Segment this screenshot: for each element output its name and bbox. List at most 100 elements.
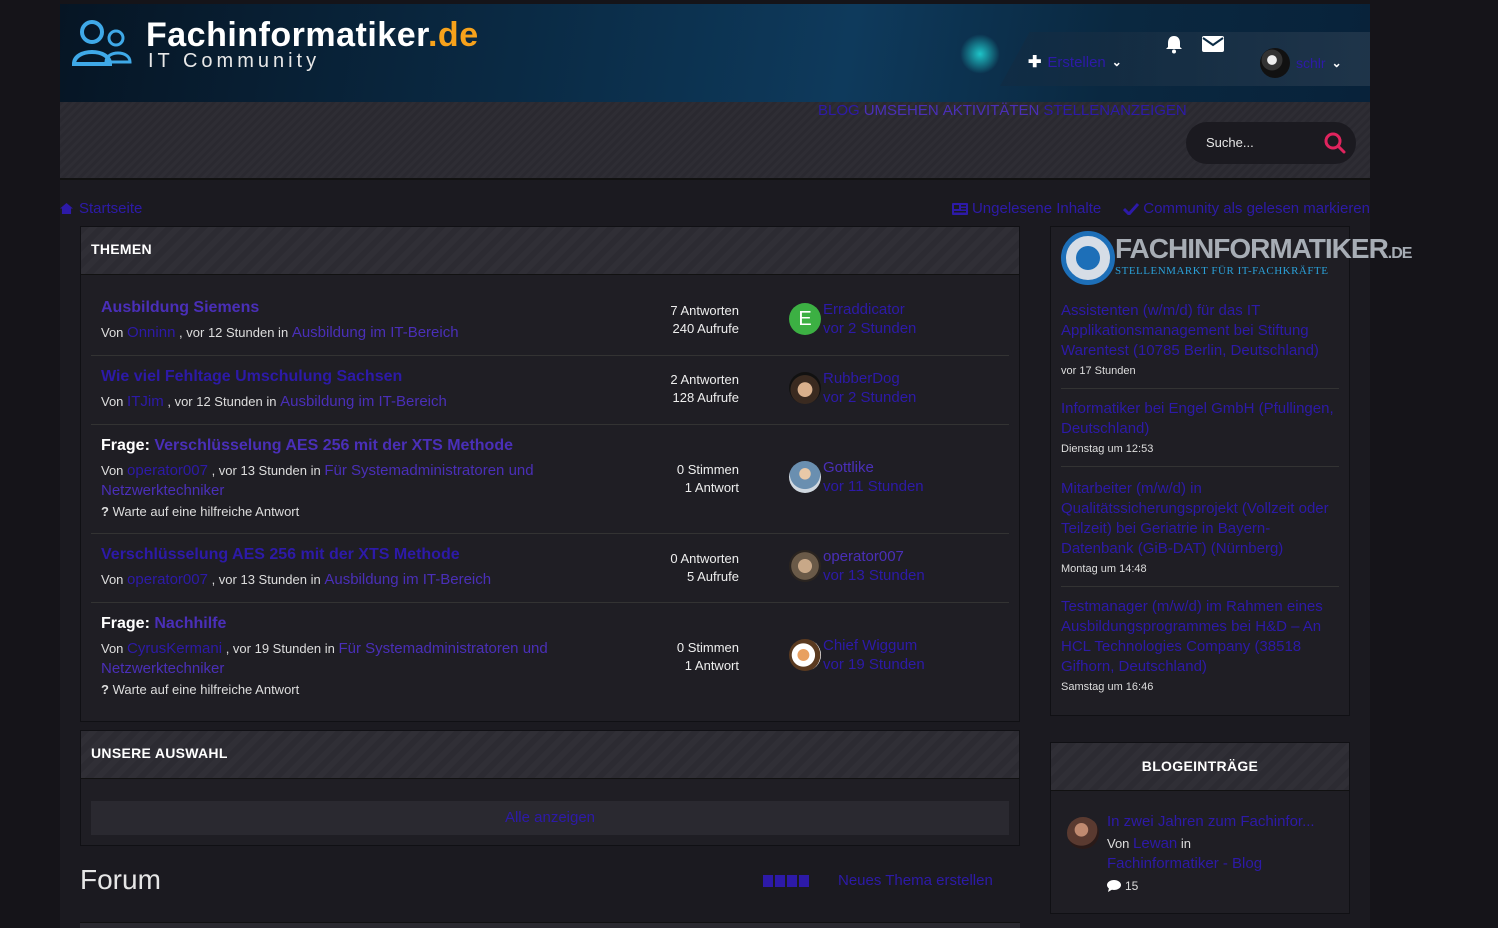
last-poster[interactable]: Chief Wiggum [823,636,925,655]
mark-read-link[interactable]: Community als gelesen markieren [1123,200,1370,217]
question-icon: ? [101,682,109,697]
topic-forum[interactable]: Ausbildung im IT-Bereich [324,571,491,588]
last-poster[interactable]: operator007 [823,547,925,566]
avatar[interactable] [789,639,821,671]
job-market-logo[interactable]: FACHINFORMATIKER.DE STELLENMARKT FÜR IT-… [1055,229,1412,287]
username: schlr [1296,55,1326,71]
chevron-down-icon: ⌄ [1331,56,1342,70]
nav-stellenanzeigen[interactable]: STELLENANZEIGEN [1043,102,1186,119]
newspaper-icon [951,202,968,215]
topic-title[interactable]: Ausbildung Siemens [101,299,259,317]
chevron-down-icon: ⌄ [1111,55,1122,69]
topic-last-post: RubberDog vor 2 Stunden [789,369,916,407]
topic-stats: 0 Antworten 5 Aufrufe [670,551,739,584]
job-date: Dienstag um 12:53 [1061,443,1154,455]
blog-category[interactable]: Fachinformatiker - Blog [1107,855,1262,872]
avatar[interactable] [789,550,821,582]
job-date: Montag um 14:48 [1061,563,1147,575]
topic-meta: Von ITJim , vor 12 Stunden in Ausbildung… [101,393,447,410]
avatar[interactable] [789,461,821,493]
last-post-time[interactable]: vor 2 Stunden [823,388,916,407]
bell-icon[interactable] [1164,34,1184,54]
topic-author[interactable]: Onninn [127,324,175,341]
job-date: Samstag um 16:46 [1061,681,1154,693]
blog-author[interactable]: Lewan [1133,835,1177,852]
picks-heading: UNSERE AUSWAHL [81,731,1019,779]
topic-title[interactable]: Verschlüsselung AES 256 mit der XTS Meth… [101,546,460,564]
job-date: vor 17 Stunden [1061,365,1136,377]
topic-title[interactable]: Frage: Nachhilfe [101,615,226,633]
topic-row: Wie viel Fehltage Umschulung Sachsen Von… [91,356,1009,425]
job-title[interactable]: Mitarbeiter (m/w/d) in Qualitätssicherun… [1061,479,1339,559]
job-item: Assistenten (w/m/d) für das IT Applikati… [1061,301,1339,389]
last-post-time[interactable]: vor 19 Stunden [823,655,925,674]
home-icon[interactable] [60,203,73,214]
nav-aktivitaeten[interactable]: AKTIVITÄTEN [943,102,1040,119]
search-input[interactable]: Suche... [1206,135,1254,150]
topic-author[interactable]: CyrusKermani [127,640,222,657]
user-menu[interactable]: schlr ⌄ [1260,48,1342,78]
avatar[interactable] [1067,817,1099,849]
topic-meta: Von operator007 , vor 13 Stunden in Für … [101,462,534,499]
checkmark-icon [1123,202,1140,215]
topic-meta: Von Onninn , vor 12 Stunden in Ausbildun… [101,324,459,341]
topic-stats: 2 Antworten 128 Aufrufe [670,372,739,405]
topic-title[interactable]: Wie viel Fehltage Umschulung Sachsen [101,368,402,386]
main-nav: BLOG UMSEHEN AKTIVITÄTEN STELLENANZEIGEN [818,102,1187,119]
plus-icon: ✚ [1028,54,1042,71]
forum-heading: Forum [80,864,161,895]
user-avatar [1260,48,1290,78]
topic-forum[interactable]: Ausbildung im IT-Bereich [280,393,447,410]
breadcrumb-home[interactable]: Startseite [79,200,142,217]
topic-author[interactable]: ITJim [127,393,164,410]
forum-table-header [80,922,1020,928]
comment-icon [1107,880,1121,892]
magnifier-logo-icon [1061,231,1115,285]
nav-blog[interactable]: BLOG [818,102,860,119]
last-post-time[interactable]: vor 13 Stunden [823,566,925,585]
job-item: Testmanager (m/w/d) im Rahmen eines Ausb… [1061,597,1339,705]
job-item: Mitarbeiter (m/w/d) in Qualitätssicherun… [1061,479,1339,587]
mail-icon[interactable] [1202,36,1224,52]
topic-stats: 0 Stimmen 1 Antwort [676,462,739,495]
topic-author[interactable]: operator007 [127,462,208,479]
new-topic-button[interactable]: Neues Thema erstellen [838,872,993,889]
community-logo-icon[interactable] [70,18,132,68]
last-post-time[interactable]: vor 2 Stunden [823,319,916,338]
topic-row: Frage: Verschlüsselung AES 256 mit der X… [91,425,1009,534]
topic-author[interactable]: operator007 [127,571,208,588]
grid-view-icon[interactable] [763,875,809,887]
job-title[interactable]: Testmanager (m/w/d) im Rahmen eines Ausb… [1061,597,1339,677]
create-label: Erstellen [1047,53,1106,71]
topic-forum[interactable]: Ausbildung im IT-Bereich [292,324,459,341]
avatar[interactable]: E [789,303,821,335]
site-subtitle: IT Community [148,50,321,72]
page: Fachinformatiker.de IT Community ✚ Erste… [60,4,1412,928]
header-glow [960,34,1000,74]
last-poster[interactable]: RubberDog [823,369,916,388]
search-icon[interactable] [1324,132,1346,154]
nav-umsehen[interactable]: UMSEHEN [864,102,939,119]
create-menu[interactable]: ✚ Erstellen ⌄ [1028,52,1122,72]
topic-stats: 7 Antworten 240 Aufrufe [670,303,739,336]
question-icon: ? [101,504,109,519]
job-title[interactable]: Assistenten (w/m/d) für das IT Applikati… [1061,301,1339,361]
last-poster[interactable]: Erraddicator [823,300,916,319]
blog-entry-title[interactable]: In zwei Jahren zum Fachinfor... [1107,813,1315,830]
topics-heading: THEMEN [81,227,1019,275]
topic-row: Ausbildung Siemens Von Onninn , vor 12 S… [91,287,1009,356]
avatar[interactable] [789,372,821,404]
page-actions: Ungelesene Inhalte Community als gelesen… [951,200,1370,217]
blog-widget: BLOGEINTRÄGE In zwei Jahren zum Fachinfo… [1050,742,1350,914]
show-all-button[interactable]: Alle anzeigen [91,801,1009,835]
job-title[interactable]: Informatiker bei Engel GmbH (Pfullingen,… [1061,399,1339,439]
topic-last-post: Gottlike vor 11 Stunden [789,458,924,496]
topic-title[interactable]: Frage: Verschlüsselung AES 256 mit der X… [101,437,513,455]
search-box[interactable]: Suche... [1186,122,1356,164]
unread-content-link[interactable]: Ungelesene Inhalte [951,200,1101,217]
topic-meta: Von CyrusKermani , vor 19 Stunden in Für… [101,640,548,677]
topic-last-post: Chief Wiggum vor 19 Stunden [789,636,925,674]
last-poster[interactable]: Gottlike [823,458,924,477]
last-post-time[interactable]: vor 11 Stunden [823,477,924,496]
job-item: Informatiker bei Engel GmbH (Pfullingen,… [1061,399,1339,467]
